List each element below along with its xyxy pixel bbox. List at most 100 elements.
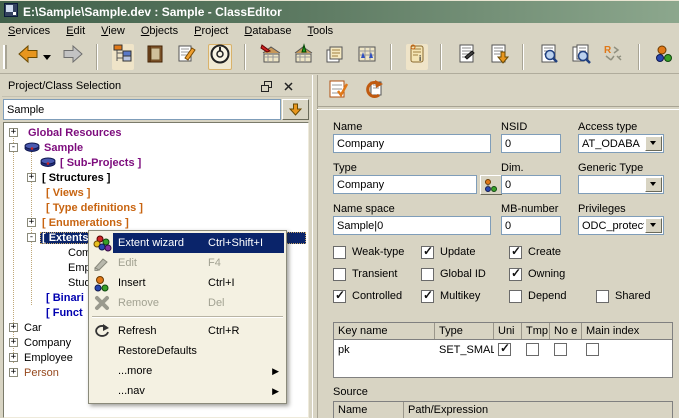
find-in-documents-button[interactable] (570, 44, 592, 70)
nsid-field[interactable] (501, 134, 561, 153)
window-title: E:\Sample\Sample.dev : Sample - ClassEdi… (23, 5, 282, 19)
create-checkbox[interactable] (509, 246, 522, 259)
expand-icon[interactable]: + (9, 353, 18, 362)
multikey-checkbox[interactable] (421, 290, 434, 303)
menu-item-extent-wizard[interactable]: Extent wizard Ctrl+Shift+I (91, 233, 284, 253)
name-space-field[interactable] (333, 216, 491, 235)
owning-checkbox[interactable] (509, 268, 522, 281)
new-object-button[interactable] (654, 44, 676, 70)
insert-rows-button[interactable] (356, 44, 378, 70)
weak-type-checkbox[interactable] (333, 246, 346, 259)
generic-type-select[interactable] (578, 175, 664, 194)
expand-icon[interactable]: + (27, 218, 36, 227)
transient-checkbox[interactable] (333, 268, 346, 281)
refactor-icon: R (602, 43, 626, 70)
expand-icon[interactable]: + (9, 368, 18, 377)
expand-icon[interactable]: + (27, 173, 36, 182)
col-path-expression[interactable]: Path/Expression (404, 402, 672, 418)
save-document-button[interactable] (488, 44, 510, 70)
menu-edit[interactable]: Edit (58, 24, 93, 39)
apply-changes-button[interactable] (326, 79, 350, 103)
access-type-select[interactable]: AT_ODABA (578, 134, 664, 153)
title-bar[interactable]: E:\Sample\Sample.dev : Sample - ClassEdi… (0, 0, 679, 23)
revert-button[interactable] (362, 79, 386, 103)
import-red-button[interactable] (260, 44, 282, 70)
menu-item-refresh[interactable]: Refresh Ctrl+R (91, 321, 284, 341)
privileges-select[interactable]: ODC_protected (578, 216, 664, 235)
depend-checkbox[interactable] (509, 290, 522, 303)
menu-item-remove[interactable]: Remove Del (91, 293, 284, 313)
tree-item-enumerations[interactable]: + [ Enumerations ] (4, 215, 308, 230)
menu-tools[interactable]: Tools (299, 24, 341, 39)
dim-field[interactable] (501, 175, 561, 194)
menu-item-edit[interactable]: Edit F4 (91, 253, 284, 273)
main-index-checkbox[interactable] (586, 343, 599, 356)
mb-number-field[interactable] (501, 216, 561, 235)
key-table-row[interactable]: pk SET_SMAL (334, 340, 672, 359)
tree-item-type-definitions[interactable]: [ Type definitions ] (4, 200, 308, 215)
toolbar-separator (390, 44, 392, 70)
name-field[interactable] (333, 134, 491, 153)
type-field[interactable] (333, 175, 477, 194)
refactor-button[interactable]: R (602, 44, 626, 70)
collapse-icon[interactable]: - (9, 143, 18, 152)
menu-database[interactable]: Database (236, 24, 299, 39)
menu-item-insert[interactable]: Insert Ctrl+I (91, 273, 284, 293)
uni-checkbox[interactable] (498, 343, 511, 356)
toolbar-grip[interactable] (3, 45, 7, 69)
update-checkbox[interactable] (421, 246, 434, 259)
controlled-checkbox[interactable] (333, 290, 346, 303)
dropdown-arrow-icon[interactable] (645, 177, 662, 192)
col-type[interactable]: Type (435, 323, 494, 339)
type-browse-button[interactable] (480, 175, 502, 195)
menu-item-restore-defaults[interactable]: RestoreDefaults (91, 341, 284, 361)
float-panel-button[interactable] (259, 79, 273, 93)
script-info-button[interactable]: i (406, 44, 428, 70)
edit-document-button[interactable] (176, 44, 198, 70)
expand-icon[interactable]: + (9, 128, 18, 137)
back-history-dropdown[interactable] (43, 48, 52, 66)
class-editor-toggle-button[interactable] (208, 44, 232, 70)
class-filter-input[interactable] (3, 99, 281, 120)
menu-view[interactable]: View (93, 24, 133, 39)
edit-source-button[interactable] (456, 44, 478, 70)
tree-item-structures[interactable]: + [ Structures ] (4, 170, 308, 185)
close-panel-icon[interactable] (281, 79, 295, 93)
collapse-icon[interactable]: - (27, 233, 36, 242)
col-no-e[interactable]: No e (550, 323, 582, 339)
tree-item-views[interactable]: [ Views ] (4, 185, 308, 200)
class-hierarchy-icon (112, 43, 134, 70)
menu-item-nav[interactable]: ...nav ▶ (91, 381, 284, 401)
back-button[interactable] (17, 44, 39, 70)
col-uni[interactable]: Uni (494, 323, 522, 339)
col-main-index[interactable]: Main index (582, 323, 672, 339)
copy-stack-button[interactable] (324, 44, 346, 70)
menu-services[interactable]: Services (0, 24, 58, 39)
col-key-name[interactable]: Key name (334, 323, 435, 339)
class-filter-go-button[interactable] (282, 99, 309, 120)
import-green-button[interactable] (292, 44, 314, 70)
menu-project[interactable]: Project (186, 24, 236, 39)
menu-item-shortcut: Ctrl+R (208, 325, 239, 337)
find-in-document-button[interactable] (538, 44, 560, 70)
dropdown-arrow-icon[interactable] (645, 136, 662, 151)
documentation-button[interactable] (144, 44, 166, 70)
menu-objects[interactable]: Objects (133, 24, 186, 39)
tree-item-global-resources[interactable]: + Global Resources (4, 125, 308, 140)
update-label: Update (440, 246, 475, 258)
dropdown-arrow-icon[interactable] (645, 218, 662, 233)
no-e-checkbox[interactable] (554, 343, 567, 356)
expand-icon[interactable]: + (9, 323, 18, 332)
menu-item-more[interactable]: ...more ▶ (91, 361, 284, 381)
shared-checkbox[interactable] (596, 290, 609, 303)
global-id-checkbox[interactable] (421, 268, 434, 281)
tmp-checkbox[interactable] (526, 343, 539, 356)
forward-button[interactable] (62, 44, 84, 70)
col-tmp[interactable]: Tmp (522, 323, 550, 339)
tree-item-sample[interactable]: - Sample (4, 140, 308, 155)
class-hierarchy-button[interactable] (112, 44, 134, 70)
menu-item-label: Insert (118, 277, 208, 289)
col-source-name[interactable]: Name (334, 402, 404, 418)
expand-icon[interactable]: + (9, 338, 18, 347)
tree-item-sub-projects[interactable]: [ Sub-Projects ] (4, 155, 308, 170)
